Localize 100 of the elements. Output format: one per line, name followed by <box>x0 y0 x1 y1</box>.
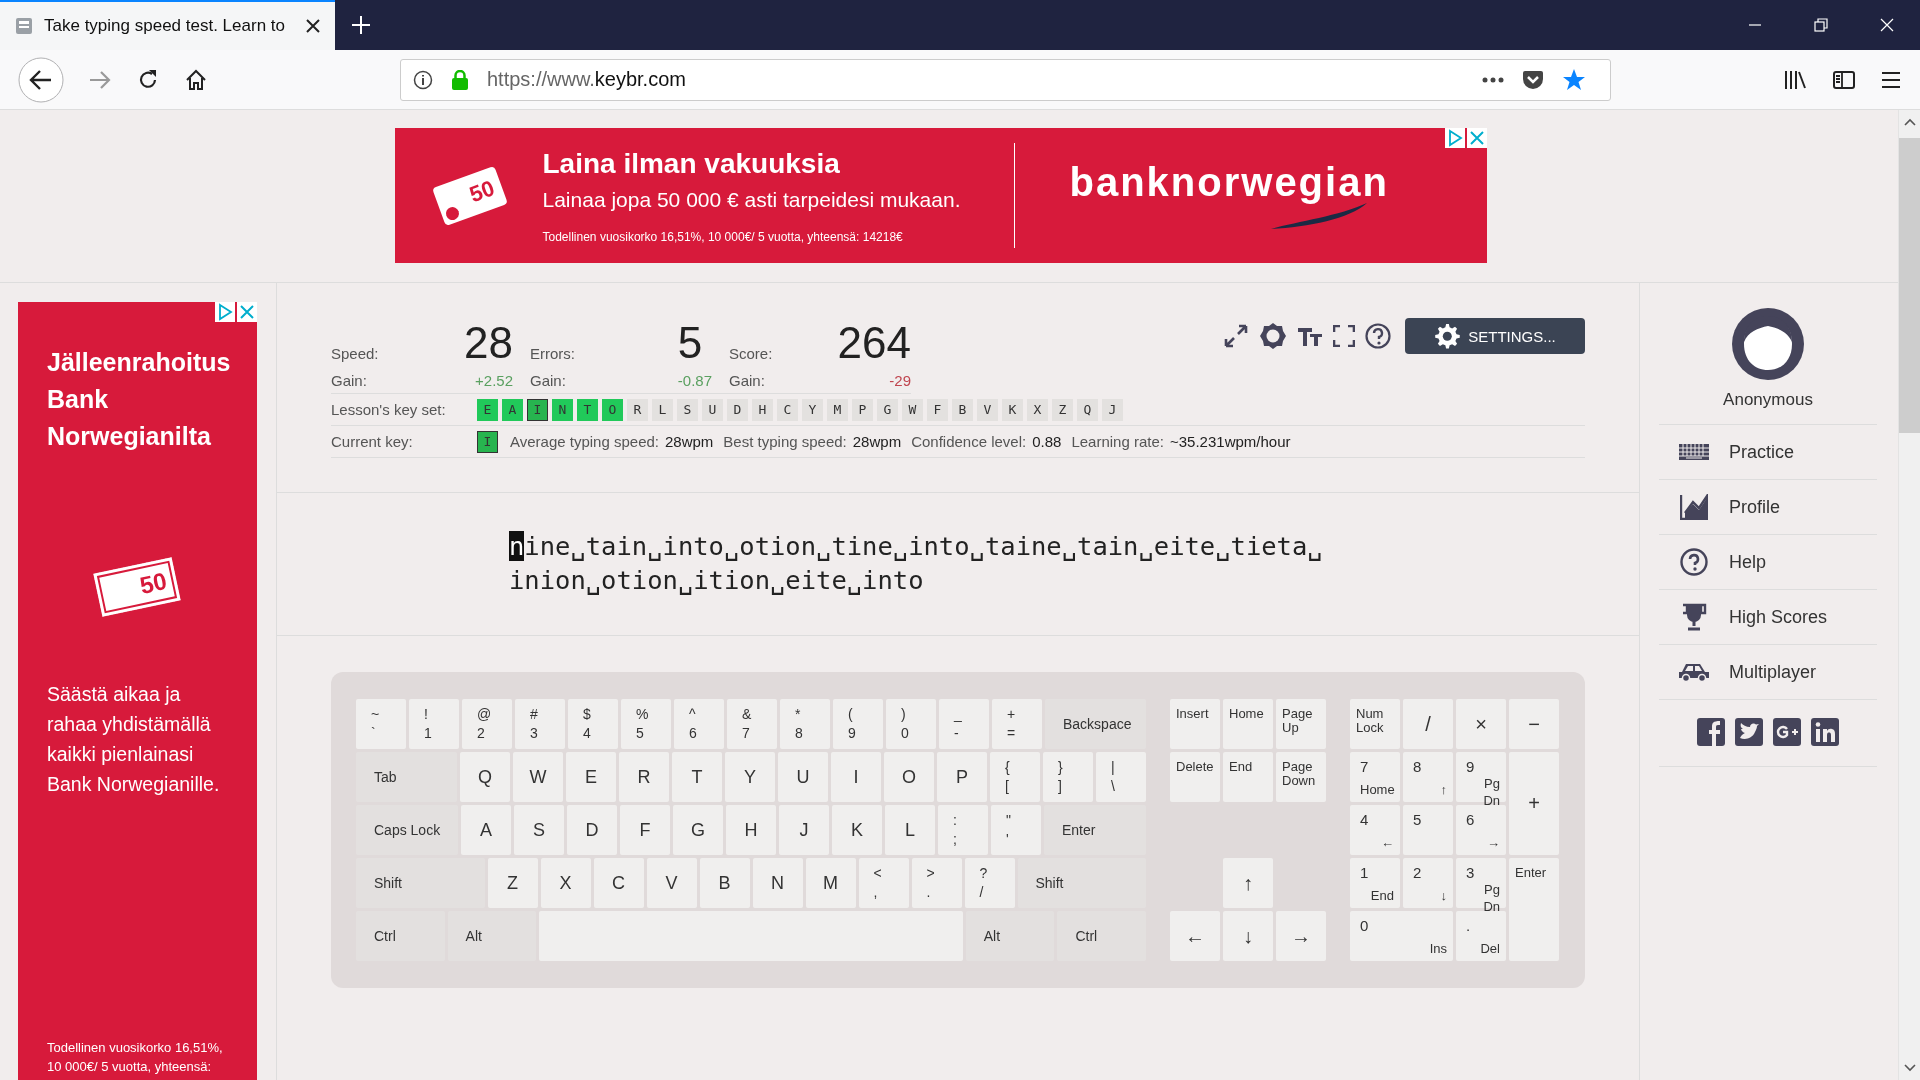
lock-icon <box>451 69 469 90</box>
nav-link[interactable]: High Scores <box>1659 590 1877 645</box>
scroll-down-icon[interactable] <box>1903 1064 1916 1072</box>
bookmark-star-icon[interactable] <box>1562 67 1586 92</box>
linkedin-icon[interactable] <box>1811 718 1839 746</box>
avatar-icon <box>1732 308 1804 380</box>
key-label: 4 <box>1360 811 1370 828</box>
key-chip: T <box>577 398 598 421</box>
key-label: 5 <box>636 724 644 743</box>
key-label: . <box>1466 917 1472 934</box>
key-label: = <box>1007 724 1016 743</box>
key-chip: A <box>502 398 523 421</box>
google-plus-icon[interactable] <box>1773 718 1801 746</box>
expand-icon[interactable] <box>1223 323 1249 349</box>
key: Shift <box>356 858 485 908</box>
pocket-icon[interactable] <box>1522 69 1544 90</box>
banknote: 50 <box>93 557 181 617</box>
sidebar-icon[interactable] <box>1832 68 1856 91</box>
key-label: 7 <box>1360 758 1370 775</box>
key-label: 3 <box>530 724 538 743</box>
nav-link[interactable]: Multiplayer <box>1659 645 1877 700</box>
key: N <box>752 858 803 908</box>
key-chip: O <box>602 398 623 421</box>
key: Tab <box>356 752 457 802</box>
info-icon[interactable] <box>413 69 433 90</box>
key-label: Home <box>1360 781 1394 798</box>
lesson-text-line: inion␣otion␣ition␣eite␣into <box>509 564 925 597</box>
restore-icon[interactable] <box>1814 18 1828 32</box>
menu-icon[interactable] <box>1880 69 1902 90</box>
key: K <box>832 805 882 855</box>
settings-button[interactable]: SETTINGS... <box>1405 318 1585 354</box>
key-label: * <box>795 705 801 724</box>
scroll-up-icon[interactable] <box>1903 118 1916 126</box>
page-icon <box>14 16 34 36</box>
adchoices-icon[interactable] <box>215 302 235 322</box>
ad-headline: Laina ilman vakuuksia <box>542 147 841 180</box>
ad-logo: banknorwegian <box>1069 160 1389 205</box>
help-icon[interactable] <box>1365 323 1391 349</box>
close-icon[interactable] <box>305 18 321 34</box>
browser-tab[interactable]: Take typing speed test. Learn to <box>0 0 335 50</box>
metric-value: 0.88 <box>1032 433 1062 450</box>
stat-value: 264 <box>837 320 911 366</box>
key-label: # <box>530 705 538 724</box>
key-chip: Z <box>1052 398 1073 421</box>
metric-value: ~35.231wpm/hour <box>1170 433 1291 450</box>
key: B <box>699 858 750 908</box>
key-label: End <box>1369 887 1394 904</box>
key: X <box>540 858 591 908</box>
key: E <box>566 752 616 802</box>
key: Page Down <box>1276 752 1326 802</box>
twitter-icon[interactable] <box>1735 718 1763 746</box>
key-chip: X <box>1027 398 1048 421</box>
key-chip: S <box>677 398 698 421</box>
key-label: - <box>954 724 959 743</box>
key-chip: I <box>527 398 548 421</box>
nav-link[interactable]: Help <box>1659 535 1877 590</box>
key-chip: B <box>952 398 973 421</box>
metric-label: Best typing speed: <box>723 433 847 450</box>
key-chip: W <box>902 398 923 421</box>
fullscreen-icon[interactable] <box>1333 325 1355 347</box>
stat-label: Speed: <box>331 345 380 364</box>
key: Shift <box>1017 858 1146 908</box>
library-icon[interactable] <box>1784 68 1808 91</box>
key-chip: N <box>552 398 573 421</box>
key-chip: V <box>977 398 998 421</box>
key-label: " <box>1006 811 1011 830</box>
address-bar[interactable]: https://www.keybr.com <box>400 58 1611 101</box>
ad-banner[interactable]: Jälleenrahoitus Bank Norwegianilta 50 Säästä aikaa ja rahaa yhdistämällä kaikki pienlainasi Bank Norwegianille. Todellinen vuosikorko 16,51%, 10 000€/ 5 vuotta, yhteensä: <box>18 302 257 1080</box>
key-label: ] <box>1058 777 1062 796</box>
row-label: Current key: <box>331 433 414 450</box>
more-icon[interactable] <box>1482 76 1504 83</box>
key-label: { <box>1005 758 1010 777</box>
key-label: : <box>953 811 957 830</box>
ad-banner[interactable]: 50 Laina ilman vakuuksia Lainaa jopa 50 000 € asti tarpeidesi mukaan. Todellinen vuosikorko 16,51%, 10 000€/ 5 vuotta, yhteensä: 14218€ banknorwegian <box>394 128 1487 263</box>
home-icon[interactable] <box>184 67 208 92</box>
back-icon[interactable] <box>18 56 64 103</box>
key-label: Pg Dn <box>1482 775 1500 809</box>
nav-link[interactable]: Practice <box>1659 425 1877 480</box>
key: V <box>646 858 697 908</box>
cog-icon[interactable] <box>1259 322 1287 350</box>
facebook-icon[interactable] <box>1697 718 1725 746</box>
key-chip: D <box>727 398 748 421</box>
key-label: 9 <box>848 724 856 743</box>
key-label: / <box>979 883 984 902</box>
scrollbar[interactable] <box>1898 110 1920 1080</box>
key-chip: G <box>877 398 898 421</box>
key: Num Lock <box>1350 699 1400 749</box>
metric-label: Average typing speed: <box>510 433 659 450</box>
stat-label: Score: <box>729 345 774 364</box>
key: End <box>1223 752 1273 802</box>
key-label: _ <box>954 705 962 724</box>
key-label: ) <box>901 705 906 724</box>
key: R <box>619 752 669 802</box>
key-label: [ <box>1005 777 1009 796</box>
key-label: ? <box>979 864 988 883</box>
scroll-thumb[interactable] <box>1898 138 1920 433</box>
adchoices-icon[interactable] <box>1444 128 1465 148</box>
new-tab-icon[interactable] <box>351 15 371 35</box>
key-label: → <box>1486 834 1500 851</box>
nav-link[interactable]: Profile <box>1659 480 1877 535</box>
